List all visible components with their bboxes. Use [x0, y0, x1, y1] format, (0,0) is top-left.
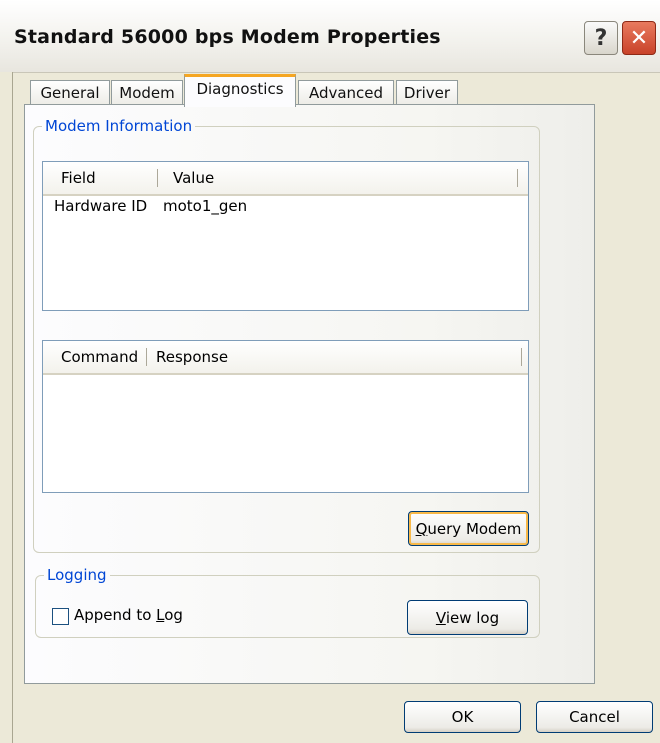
column-separator[interactable] — [517, 169, 518, 187]
column-separator[interactable] — [157, 169, 158, 187]
modem-information-legend: Modem Information — [45, 117, 193, 135]
command-response-header: Command Response — [43, 341, 528, 375]
tab-label: Driver — [403, 84, 451, 102]
tab-advanced[interactable]: Advanced — [298, 80, 394, 106]
value-cell: moto1_gen — [163, 197, 248, 215]
tab-general[interactable]: General — [30, 80, 110, 106]
command-response-list[interactable]: Command Response — [42, 340, 529, 493]
title-bar[interactable]: Standard 56000 bps Modem Properties ? ✕ — [0, 0, 660, 73]
append-to-log-checkbox[interactable] — [52, 608, 69, 625]
help-icon: ? — [594, 25, 608, 51]
cancel-button[interactable]: Cancel — [536, 701, 653, 733]
view-log-label: View log — [435, 608, 500, 627]
ok-button[interactable]: OK — [404, 701, 521, 733]
help-button[interactable]: ? — [584, 21, 618, 55]
close-button[interactable]: ✕ — [622, 21, 656, 55]
modem-info-list[interactable]: Field Value Hardware ID moto1_gen — [42, 161, 529, 311]
tab-label: Diagnostics — [196, 80, 284, 98]
cancel-label: Cancel — [569, 708, 620, 726]
window-left-border — [0, 72, 13, 743]
field-cell: Hardware ID — [54, 197, 148, 215]
append-to-log-label[interactable]: Append to Log — [74, 606, 183, 624]
ok-label: OK — [451, 708, 474, 726]
tab-label: Advanced — [308, 84, 384, 102]
modem-info-header: Field Value — [43, 162, 528, 196]
column-header-field[interactable]: Field — [61, 169, 96, 187]
column-separator[interactable] — [521, 348, 522, 366]
close-icon: ✕ — [629, 25, 649, 51]
query-modem-button[interactable]: Query Modem — [408, 511, 529, 546]
tab-driver[interactable]: Driver — [396, 80, 458, 106]
column-header-value[interactable]: Value — [173, 169, 214, 187]
query-modem-label: Query Modem — [415, 519, 522, 538]
tab-label: General — [40, 84, 100, 102]
modem-information-group: Modem Information Field Value Hardware I… — [33, 117, 540, 553]
diagnostics-panel: Modem Information Field Value Hardware I… — [24, 104, 595, 684]
tab-label: Modem — [119, 84, 175, 102]
logging-group: Logging Append to Log View log — [35, 566, 540, 638]
logging-legend: Logging — [47, 566, 107, 584]
tab-modem[interactable]: Modem — [111, 80, 183, 106]
tab-diagnostics[interactable]: Diagnostics — [184, 74, 296, 107]
column-header-command[interactable]: Command — [61, 348, 138, 366]
view-log-button[interactable]: View log — [407, 600, 528, 635]
column-header-response[interactable]: Response — [156, 348, 228, 366]
column-separator[interactable] — [146, 348, 147, 366]
properties-dialog: Standard 56000 bps Modem Properties ? ✕ … — [0, 0, 660, 743]
window-title: Standard 56000 bps Modem Properties — [14, 26, 441, 48]
